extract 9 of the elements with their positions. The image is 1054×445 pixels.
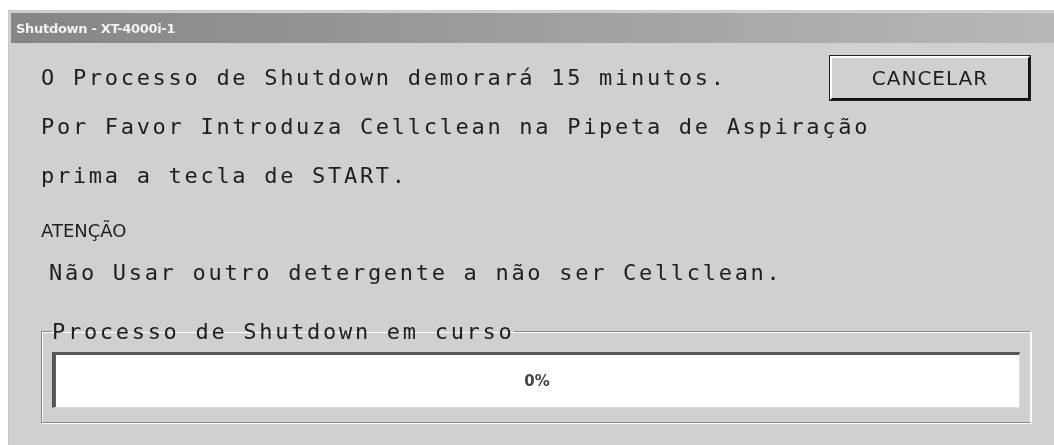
attention-heading: ATENÇÃO (41, 218, 128, 243)
warning-text: Não Usar outro detergente a não ser Cellclean. (48, 259, 784, 287)
message-text: O Processo de Shutdown demorará 15 minutos. (41, 64, 727, 92)
message-text: prima a tecla de START. (41, 162, 409, 190)
message-text: Por Favor Introduza Cellclean na Pipeta de Aspiração (41, 113, 872, 141)
cancel-button[interactable]: CANCELAR (830, 55, 1030, 100)
group-label: Processo de Shutdown em curso (52, 319, 515, 344)
window-title: Shutdown - XT-4000i-1 (16, 20, 176, 36)
progress-percent: 0% (524, 372, 550, 390)
